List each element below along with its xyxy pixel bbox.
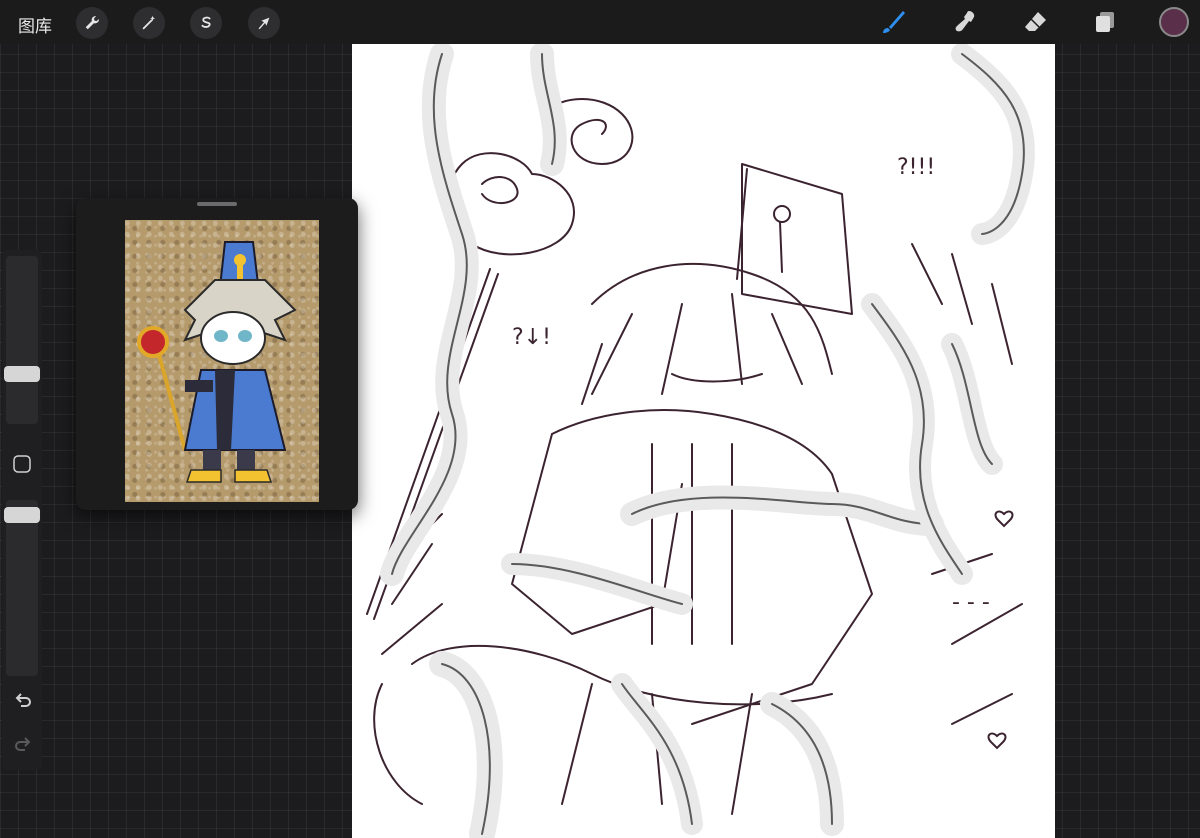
eraser-button[interactable] [1020,7,1050,37]
heart-doodle [987,732,1007,750]
left-sidebar [2,250,42,770]
selection-s-icon [201,16,211,28]
wrench-icon [85,16,99,30]
brush-icon [883,11,905,33]
transform-button[interactable] [248,7,280,39]
opacity-thumb[interactable] [4,507,40,523]
redo-icon [15,737,31,751]
square-modifier-icon [13,455,31,473]
redo-button[interactable] [12,734,34,756]
color-picker-swatch[interactable] [1159,7,1189,37]
arrow-cursor-icon [258,17,270,30]
annotation-text: ?↓! [512,325,551,350]
actions-wrench-button[interactable] [76,7,108,39]
layers-icon [1096,12,1114,32]
brush-size-thumb[interactable] [4,366,40,382]
undo-icon [15,693,31,707]
reference-panel[interactable] [76,198,358,510]
drawing-canvas[interactable]: ?!!! ?↓! - - - [352,44,1055,838]
annotation-text: ?!!! [897,155,935,180]
smudge-button[interactable] [950,7,980,37]
eraser-icon [1025,12,1046,31]
grabber-handle-icon[interactable] [197,202,237,206]
opacity-slider[interactable] [6,500,38,676]
brush-button[interactable] [878,7,908,37]
modify-button[interactable] [12,454,32,474]
annotation-text: - - - [952,590,990,615]
top-toolbar: 图库 [0,0,1200,44]
brush-size-slider[interactable] [6,256,38,424]
layers-button[interactable] [1090,7,1120,37]
gallery-button[interactable]: 图库 [18,12,52,37]
adjustments-button[interactable] [133,7,165,39]
magic-wand-icon [142,15,156,30]
undo-button[interactable] [12,690,34,712]
heart-doodle [994,510,1014,528]
chibi-character-illustration [137,241,297,483]
canvas-sketch: ?!!! ?↓! - - - [366,44,1035,838]
smudge-icon [955,11,975,32]
reference-image [125,220,319,502]
selection-button[interactable] [190,7,222,39]
